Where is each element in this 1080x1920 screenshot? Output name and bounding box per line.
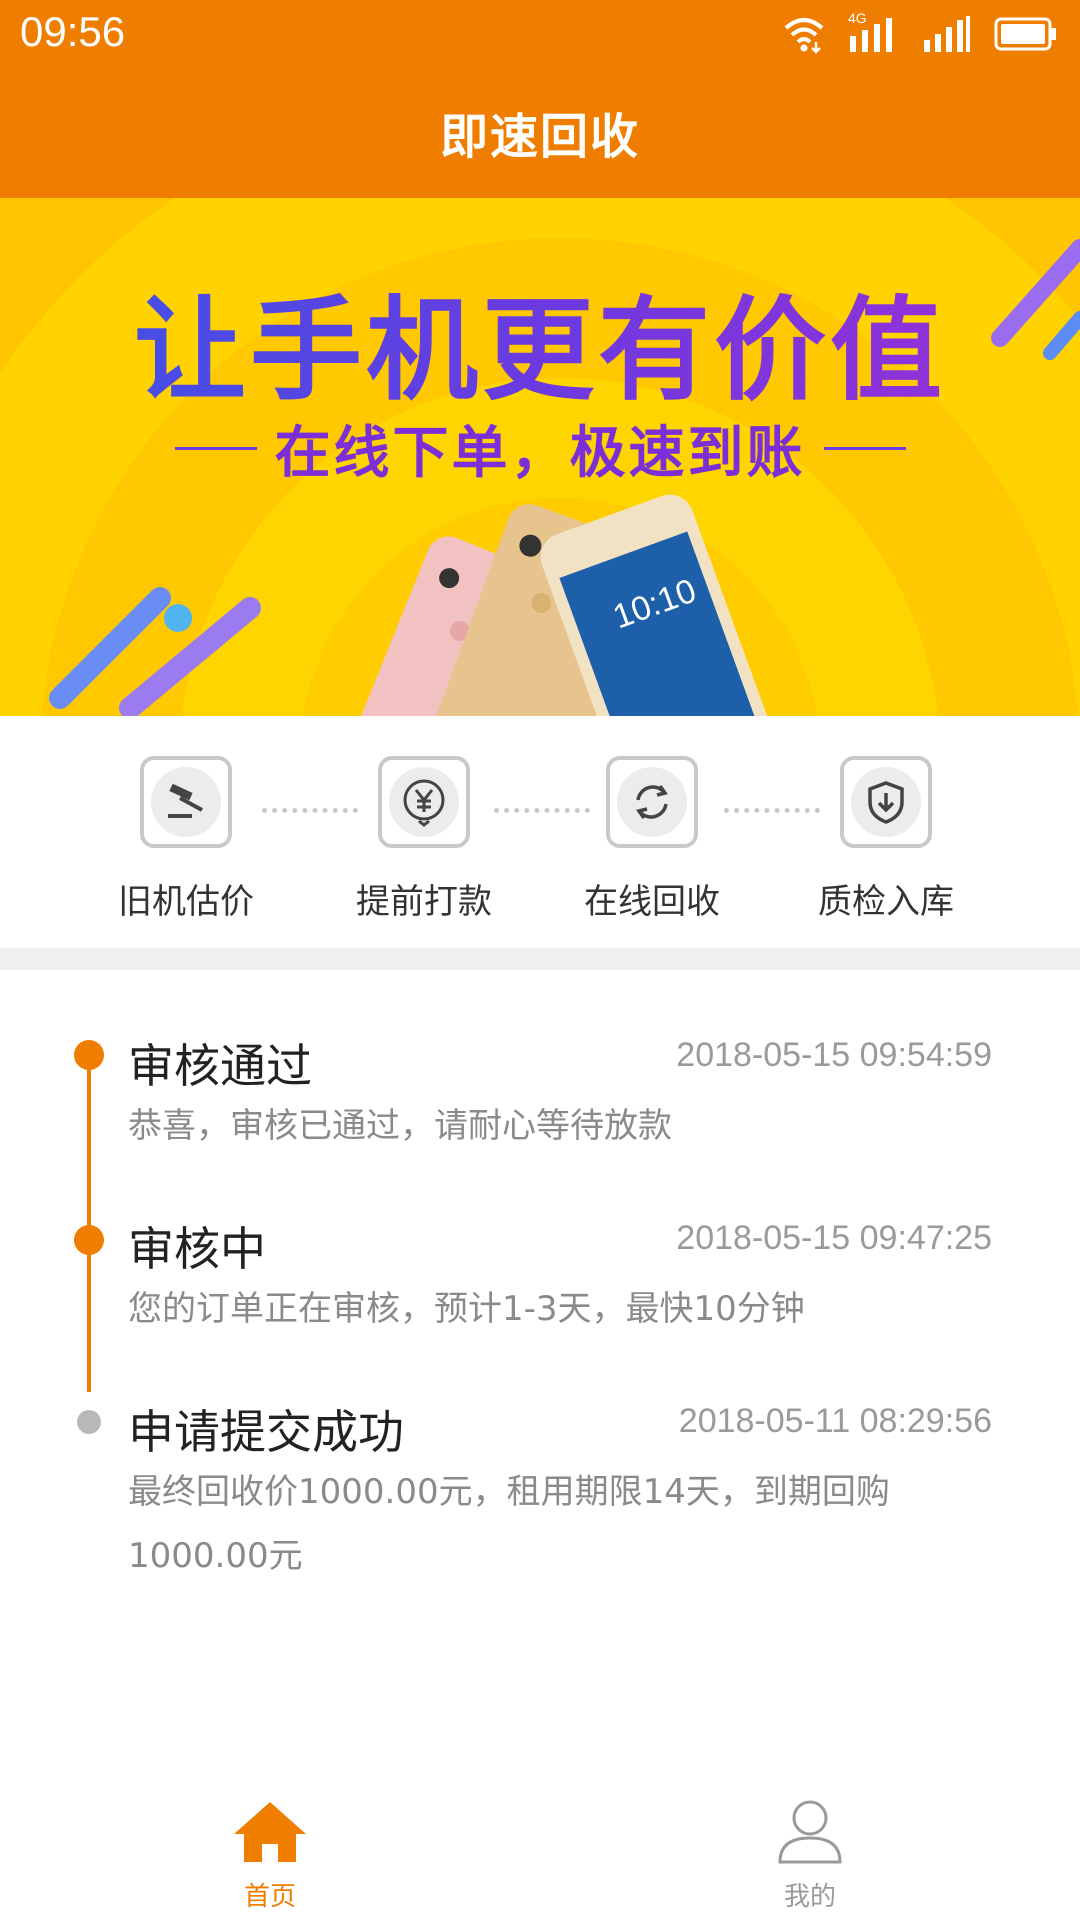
timeline-desc: 最终回收价1000.00元，租用期限14天，到期回购1000.00元 — [128, 1472, 890, 1576]
timeline-desc: 您的订单正在审核，预计1-3天，最快10分钟 — [128, 1289, 805, 1329]
banner-subtitle-row: 在线下单，极速到账 — [0, 408, 1080, 489]
status-time: 09:56 — [20, 8, 126, 55]
status-icons: 4G — [782, 10, 1058, 56]
timeline-time: 2018-05-15 09:54:59 — [676, 1036, 992, 1074]
banner-line-left — [174, 447, 257, 450]
battery-icon — [994, 17, 1056, 51]
timeline-title: 申请提交成功 — [128, 1405, 404, 1459]
phones-image: 10:10 — [350, 494, 770, 716]
yuan-icon — [403, 779, 445, 827]
step-icon-circle — [851, 767, 921, 837]
timeline-desc: 恭喜，审核已通过，请耐心等待放款 — [128, 1106, 672, 1146]
timeline-dot — [74, 1225, 104, 1255]
tab-home[interactable]: 首页 — [170, 1796, 370, 1913]
refresh-icon — [636, 784, 668, 820]
step-item[interactable]: 在线回收 — [552, 756, 752, 923]
timeline-time: 2018-05-11 08:29:56 — [678, 1402, 992, 1440]
banner-line-right — [823, 447, 906, 450]
timeline-dot — [74, 1040, 104, 1070]
user-icon — [778, 1800, 842, 1864]
step-item[interactable]: 质检入库 — [786, 756, 986, 923]
step-icon-box — [606, 756, 698, 848]
tab-profile-label: 我的 — [783, 1882, 836, 1912]
wifi-icon — [784, 18, 824, 54]
process-steps: 旧机估价 提前打款 在线回收 质检入库 — [0, 716, 1080, 948]
bottom-tab-bar: 首页 我的 — [0, 1780, 1080, 1920]
signal-icon — [924, 16, 970, 52]
step-label: 质检入库 — [818, 882, 954, 922]
shield-download-icon — [868, 781, 904, 824]
step-item[interactable]: 旧机估价 — [86, 756, 286, 923]
signal-4g-icon: 4G — [848, 10, 900, 54]
banner-subtitle: 在线下单，极速到账 — [274, 421, 806, 486]
tab-home-label: 首页 — [243, 1882, 296, 1912]
timeline-line — [87, 1052, 91, 1392]
promo-banner[interactable]: 让手机更有价值 在线下单，极速到账 10:10 — [0, 198, 1080, 716]
step-label: 在线回收 — [584, 882, 720, 922]
home-icon — [234, 1802, 306, 1862]
status-bar: 09:56 4G — [0, 0, 1080, 66]
title-bar: 即速回收 — [0, 66, 1080, 198]
step-icon-box — [840, 756, 932, 848]
step-icon-box — [140, 756, 232, 848]
gavel-icon — [168, 783, 203, 818]
timeline-title: 审核通过 — [128, 1039, 312, 1093]
step-label: 提前打款 — [356, 882, 492, 922]
timeline-time: 2018-05-15 09:47:25 — [676, 1219, 992, 1257]
step-label: 旧机估价 — [118, 882, 254, 922]
step-icon-box — [378, 756, 470, 848]
banner-title: 让手机更有价值 — [0, 260, 1080, 422]
step-item[interactable]: 提前打款 — [324, 756, 524, 923]
step-icon-circle — [617, 767, 687, 837]
timeline-title: 审核中 — [128, 1222, 266, 1276]
timeline-dot-inactive — [77, 1410, 101, 1434]
section-divider — [0, 948, 1080, 970]
tab-profile[interactable]: 我的 — [710, 1796, 910, 1913]
step-icon-circle — [389, 767, 459, 837]
step-icon-circle — [151, 767, 221, 837]
page-title: 即速回收 — [439, 109, 640, 165]
